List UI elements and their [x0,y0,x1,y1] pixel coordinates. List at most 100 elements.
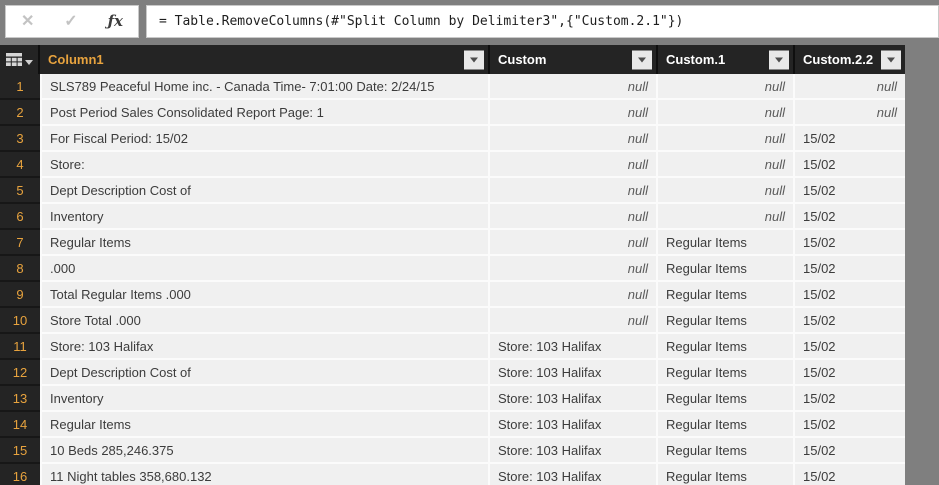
table-row: 13 Inventory Store: 103 Halifax Regular … [0,386,905,412]
cell-custom[interactable]: Store: 103 Halifax [490,464,658,485]
cell-custom1[interactable]: null [658,178,795,204]
confirm-formula-icon[interactable]: ✓ [64,13,77,30]
cell-custom1[interactable]: Regular Items [658,256,795,282]
cell-custom1[interactable]: null [658,152,795,178]
cell-custom22[interactable]: null [795,100,905,126]
cell-column1[interactable]: Total Regular Items .000 [40,282,490,308]
table-body: 1 SLS789 Peaceful Home inc. - Canada Tim… [0,74,905,485]
cell-custom1[interactable]: Regular Items [658,334,795,360]
column-header-custom[interactable]: Custom [490,45,658,74]
table-menu-button[interactable] [0,45,40,74]
cell-custom22[interactable]: 15/02 [795,282,905,308]
cell-custom1[interactable]: Regular Items [658,464,795,485]
row-number[interactable]: 6 [0,204,40,230]
cell-custom22[interactable]: 15/02 [795,360,905,386]
cell-custom22[interactable]: 15/02 [795,230,905,256]
cell-column1[interactable]: For Fiscal Period: 15/02 [40,126,490,152]
cell-custom1[interactable]: null [658,204,795,230]
cell-column1[interactable]: Inventory [40,204,490,230]
cell-custom[interactable]: null [490,126,658,152]
cell-custom[interactable]: null [490,204,658,230]
cell-custom[interactable]: Store: 103 Halifax [490,438,658,464]
row-number[interactable]: 16 [0,464,40,485]
cell-custom[interactable]: null [490,152,658,178]
cell-custom22[interactable]: 15/02 [795,126,905,152]
cell-custom22[interactable]: null [795,74,905,100]
cell-custom[interactable]: Store: 103 Halifax [490,386,658,412]
table-icon [5,52,22,66]
column-header-custom22[interactable]: Custom.2.2 [795,45,905,74]
filter-button-column1[interactable] [464,50,484,69]
cell-column1[interactable]: Inventory [40,386,490,412]
column-header-label: Column1 [48,52,104,67]
cell-custom[interactable]: null [490,74,658,100]
cell-custom1[interactable]: null [658,74,795,100]
cell-custom22[interactable]: 15/02 [795,438,905,464]
row-number[interactable]: 9 [0,282,40,308]
row-number[interactable]: 10 [0,308,40,334]
cell-column1[interactable]: Regular Items [40,230,490,256]
cell-custom[interactable]: Store: 103 Halifax [490,334,658,360]
table-row: 9 Total Regular Items .000 null Regular … [0,282,905,308]
filter-button-custom[interactable] [632,50,652,69]
cell-column1[interactable]: SLS789 Peaceful Home inc. - Canada Time-… [40,74,490,100]
cell-custom22[interactable]: 15/02 [795,256,905,282]
cancel-formula-icon[interactable]: ✕ [21,13,34,30]
filter-button-custom22[interactable] [881,50,901,69]
cell-custom22[interactable]: 15/02 [795,152,905,178]
filter-button-custom1[interactable] [769,50,789,69]
cell-custom1[interactable]: Regular Items [658,282,795,308]
cell-custom[interactable]: null [490,308,658,334]
cell-custom[interactable]: null [490,282,658,308]
cell-custom22[interactable]: 15/02 [795,412,905,438]
cell-column1[interactable]: Regular Items [40,412,490,438]
cell-custom22[interactable]: 15/02 [795,334,905,360]
cell-custom1[interactable]: Regular Items [658,386,795,412]
cell-custom[interactable]: null [490,100,658,126]
column-header-column1[interactable]: Column1 [40,45,490,74]
row-number[interactable]: 1 [0,74,40,100]
cell-custom[interactable]: Store: 103 Halifax [490,360,658,386]
cell-custom1[interactable]: Regular Items [658,412,795,438]
cell-custom1[interactable]: Regular Items [658,230,795,256]
table-row: 15 10 Beds 285,246.375 Store: 103 Halifa… [0,438,905,464]
cell-custom22[interactable]: 15/02 [795,308,905,334]
row-number[interactable]: 13 [0,386,40,412]
cell-custom1[interactable]: null [658,100,795,126]
cell-custom22[interactable]: 15/02 [795,204,905,230]
table-row: 7 Regular Items null Regular Items 15/02 [0,230,905,256]
cell-column1[interactable]: 10 Beds 285,246.375 [40,438,490,464]
row-number[interactable]: 3 [0,126,40,152]
cell-column1[interactable]: Store: 103 Halifax [40,334,490,360]
row-number[interactable]: 14 [0,412,40,438]
row-number[interactable]: 7 [0,230,40,256]
cell-column1[interactable]: .000 [40,256,490,282]
cell-custom1[interactable]: Regular Items [658,308,795,334]
column-header-custom1[interactable]: Custom.1 [658,45,795,74]
cell-custom[interactable]: null [490,230,658,256]
cell-custom22[interactable]: 15/02 [795,464,905,485]
cell-custom22[interactable]: 15/02 [795,178,905,204]
cell-column1[interactable]: Store Total .000 [40,308,490,334]
row-number[interactable]: 15 [0,438,40,464]
cell-column1[interactable]: Dept Description Cost of [40,178,490,204]
cell-custom1[interactable]: null [658,126,795,152]
cell-custom[interactable]: null [490,178,658,204]
cell-custom1[interactable]: Regular Items [658,438,795,464]
chevron-down-icon [775,57,783,62]
cell-column1[interactable]: Dept Description Cost of [40,360,490,386]
cell-column1[interactable]: Post Period Sales Consolidated Report Pa… [40,100,490,126]
row-number[interactable]: 12 [0,360,40,386]
row-number[interactable]: 11 [0,334,40,360]
row-number[interactable]: 5 [0,178,40,204]
cell-column1[interactable]: 11 Night tables 358,680.132 [40,464,490,485]
cell-custom[interactable]: Store: 103 Halifax [490,412,658,438]
cell-custom22[interactable]: 15/02 [795,386,905,412]
row-number[interactable]: 8 [0,256,40,282]
cell-custom[interactable]: null [490,256,658,282]
cell-custom1[interactable]: Regular Items [658,360,795,386]
row-number[interactable]: 2 [0,100,40,126]
formula-input[interactable]: = Table.RemoveColumns(#"Split Column by … [146,5,939,38]
row-number[interactable]: 4 [0,152,40,178]
cell-column1[interactable]: Store: [40,152,490,178]
